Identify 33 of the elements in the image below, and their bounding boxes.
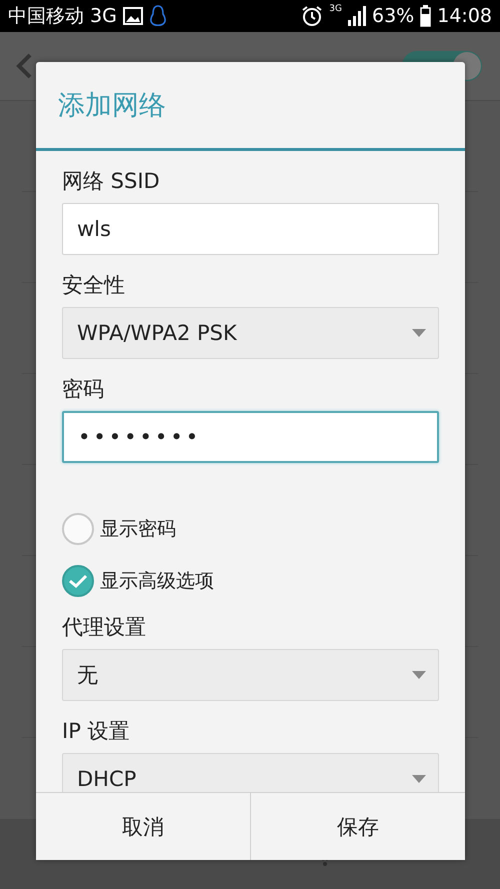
- cancel-button[interactable]: 取消: [36, 793, 250, 860]
- dropdown-arrow-icon: [412, 329, 426, 337]
- dropdown[interactable]: WPA/WPA2 PSK: [62, 307, 439, 359]
- clock: 14:08: [437, 5, 492, 27]
- checkbox-label: 显示密码: [100, 517, 176, 542]
- check-icon: [68, 573, 88, 589]
- battery-icon: [420, 5, 432, 27]
- image-icon: [122, 7, 143, 25]
- carrier-text: 中国移动 3G: [8, 4, 117, 29]
- dropdown[interactable]: DHCP: [62, 753, 439, 792]
- checkbox[interactable]: [62, 565, 94, 597]
- dropdown-arrow-icon: [412, 775, 426, 783]
- field-label: 安全性: [62, 272, 126, 299]
- battery-percent: 63%: [372, 5, 414, 27]
- dropdown-value: 无: [77, 662, 98, 689]
- field-label: IP 设置: [62, 718, 131, 745]
- field-label: 代理设置: [62, 614, 147, 641]
- field-label: 网络 SSID: [62, 168, 161, 195]
- field-label: 密码: [62, 376, 105, 403]
- dropdown-arrow-icon: [412, 671, 426, 679]
- back-icon[interactable]: [16, 53, 32, 79]
- dialog-title: 添加网络: [36, 62, 465, 151]
- alarm-icon: [301, 5, 324, 27]
- input-field[interactable]: wls: [62, 203, 439, 255]
- password-field[interactable]: ••••••••: [62, 411, 439, 463]
- dropdown-value: DHCP: [77, 767, 136, 791]
- save-button[interactable]: 保存: [250, 793, 465, 860]
- network-type-text: 3G: [329, 4, 342, 14]
- signal-icon: [348, 6, 366, 26]
- checkbox-label: 显示高级选项: [100, 569, 214, 594]
- dropdown-value: WPA/WPA2 PSK: [77, 321, 237, 345]
- checkbox[interactable]: [62, 513, 94, 545]
- dropdown[interactable]: 无: [62, 649, 439, 701]
